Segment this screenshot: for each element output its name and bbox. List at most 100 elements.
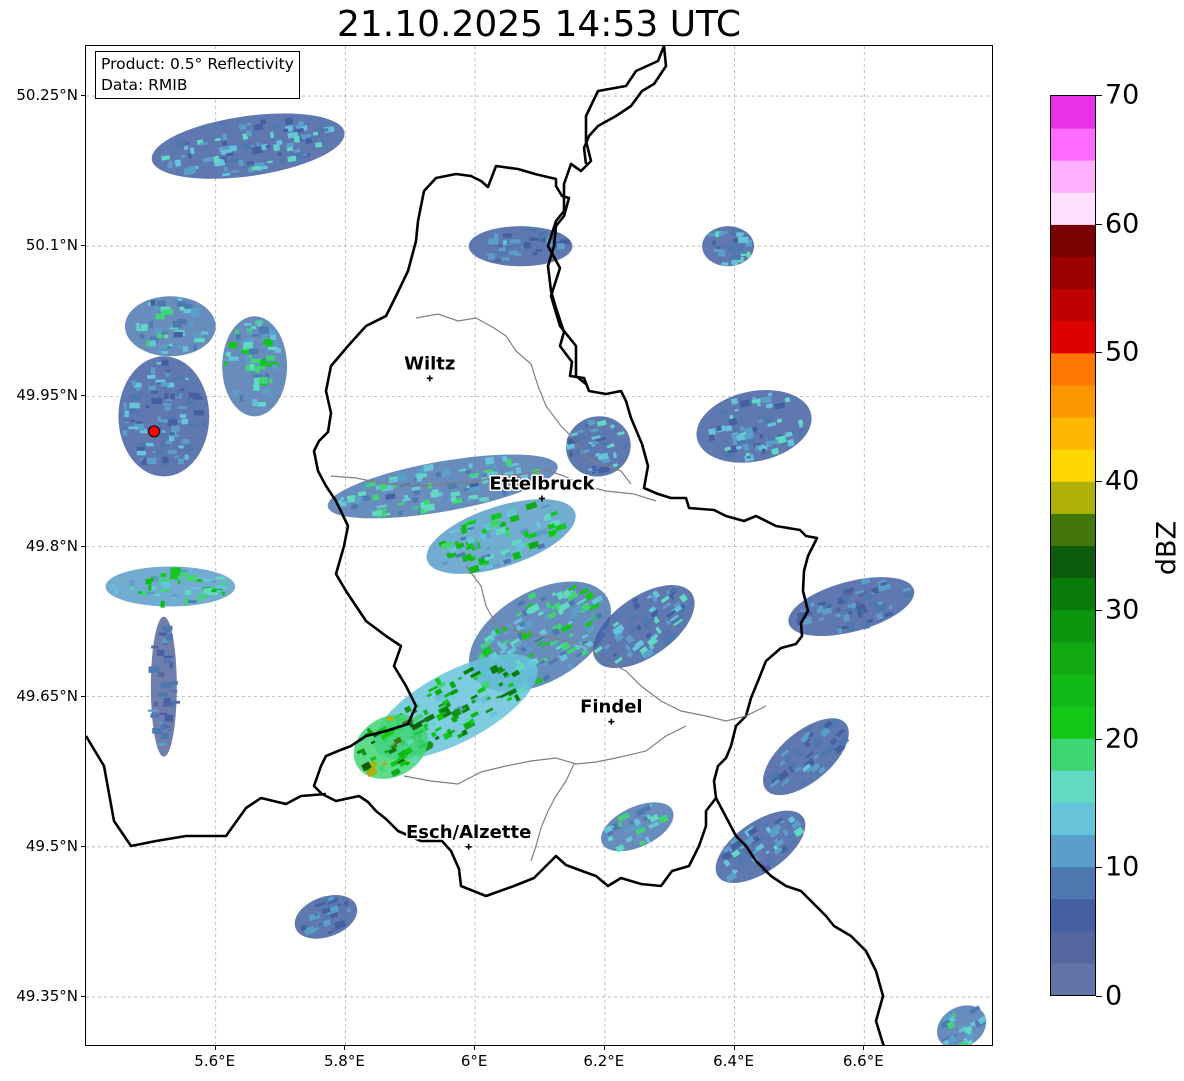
echo-pixel <box>196 579 203 582</box>
echo-pixel <box>274 348 282 353</box>
echo-pixel <box>164 334 169 339</box>
y-tick-label: 49.35°N <box>16 986 78 1005</box>
echo-pixel <box>170 690 178 693</box>
colorbar-swatch <box>1051 577 1095 611</box>
echo-pixel <box>158 432 169 438</box>
echo-pixel <box>277 152 283 157</box>
colorbar-swatch <box>1051 256 1095 290</box>
echo-pixel <box>262 389 271 394</box>
echo-pixel <box>450 496 457 502</box>
echo-pixel <box>160 419 169 423</box>
echo-area <box>696 390 812 463</box>
echo-pixel <box>154 328 163 334</box>
echo-pixel <box>253 123 264 131</box>
echo-pixel <box>484 456 495 465</box>
y-tick <box>81 695 85 697</box>
echo-pixel <box>295 152 304 161</box>
map-title: 21.10.2025 14:53 UTC <box>336 4 742 45</box>
echo-pixel <box>193 344 197 351</box>
echo-pixel <box>497 244 503 248</box>
echo-pixel <box>160 573 167 577</box>
x-tick-label: 6°E <box>460 1052 488 1070</box>
echo-pixel <box>156 300 166 307</box>
radar-map[interactable]: Wiltz Ettelbruck Findel Esch/Alzette <box>85 45 993 1046</box>
colorbar-swatch <box>1051 866 1095 900</box>
echo-pixel <box>269 378 273 384</box>
echo-pixel <box>223 358 229 362</box>
echo-pixel <box>181 154 186 159</box>
echo-pixel <box>131 380 136 386</box>
echo-pixel <box>161 310 173 315</box>
echo-pixel <box>244 143 252 150</box>
echo-pixel <box>177 576 182 579</box>
echo-pixel <box>135 322 140 330</box>
colorbar-tick-label: 50 <box>1105 336 1140 368</box>
echo-pixel <box>184 454 189 460</box>
echo-pixel <box>151 586 156 590</box>
echo-pixel <box>171 425 180 432</box>
colorbar-swatch <box>1051 545 1095 579</box>
echo-pixel <box>251 326 256 329</box>
y-tick <box>81 395 85 397</box>
echo-pixel <box>147 709 159 712</box>
echo-pixel <box>163 658 171 664</box>
echo-pixel <box>161 359 169 366</box>
echo-pixel <box>136 450 147 456</box>
echo-cell <box>601 802 674 853</box>
echo-pixel <box>500 251 508 256</box>
echo-pixel <box>178 318 187 325</box>
echo-pixel <box>201 331 209 335</box>
echo-pixel <box>501 257 510 261</box>
city-label: Wiltz <box>404 353 455 374</box>
echo-pixel <box>162 702 173 707</box>
echo-pixel <box>147 374 156 379</box>
echo-cell <box>118 356 210 477</box>
echo-pixel <box>158 632 167 635</box>
echo-pixel <box>158 742 166 746</box>
echo-pixel <box>130 419 135 423</box>
city-marker[interactable]: Esch/Alzette <box>405 820 533 850</box>
echo-pixel <box>165 440 173 445</box>
echo-pixel <box>247 331 251 335</box>
colorbar-swatch <box>1051 288 1095 322</box>
echo-pixel <box>194 338 205 343</box>
city-marker[interactable]: Findel <box>579 695 644 725</box>
city-marker[interactable]: Wiltz <box>403 352 457 382</box>
city-plus-icon <box>465 843 472 850</box>
echo-pixel <box>148 666 160 673</box>
city-plus-icon <box>608 718 615 725</box>
echo-pixel <box>111 584 116 588</box>
echo-pixel <box>397 510 403 516</box>
echo-pixel <box>261 344 265 349</box>
radar-map-canvas: Wiltz Ettelbruck Findel Esch/Alzette <box>86 46 992 1045</box>
y-tick-label: 49.5°N <box>25 836 78 855</box>
y-tick <box>81 95 85 97</box>
colorbar-tick-label: 30 <box>1105 594 1140 626</box>
echo-pixel <box>150 367 156 375</box>
echo-pixel <box>146 405 150 409</box>
echo-pixel <box>151 645 159 649</box>
echo-pixel <box>128 426 139 430</box>
echo-pixel <box>249 363 255 370</box>
echo-pixel <box>149 321 154 328</box>
echo-cell <box>124 296 216 357</box>
colorbar-tick <box>1096 95 1102 96</box>
echo-pixel <box>164 714 173 722</box>
echo-pixel <box>155 450 163 454</box>
echo-pixel <box>712 240 716 245</box>
echo-pixel <box>178 445 184 449</box>
y-tick-label: 50.25°N <box>16 86 78 105</box>
colorbar-swatch <box>1051 706 1095 739</box>
echo-pixel <box>129 409 139 415</box>
radar-site-marker <box>148 425 161 438</box>
echo-pixel <box>215 585 227 590</box>
echo-pixel <box>253 378 260 386</box>
echo-pixel <box>232 389 238 397</box>
product-info-box: Product: 0.5° Reflectivity Data: RMIB <box>95 51 300 99</box>
city-marker[interactable]: Ettelbruck <box>488 472 597 502</box>
echo-pixel <box>156 379 166 383</box>
colorbar-swatch <box>1051 962 1095 995</box>
echo-pixel <box>141 446 145 451</box>
echo-pixel <box>197 597 202 601</box>
echo-pixel <box>279 157 287 165</box>
